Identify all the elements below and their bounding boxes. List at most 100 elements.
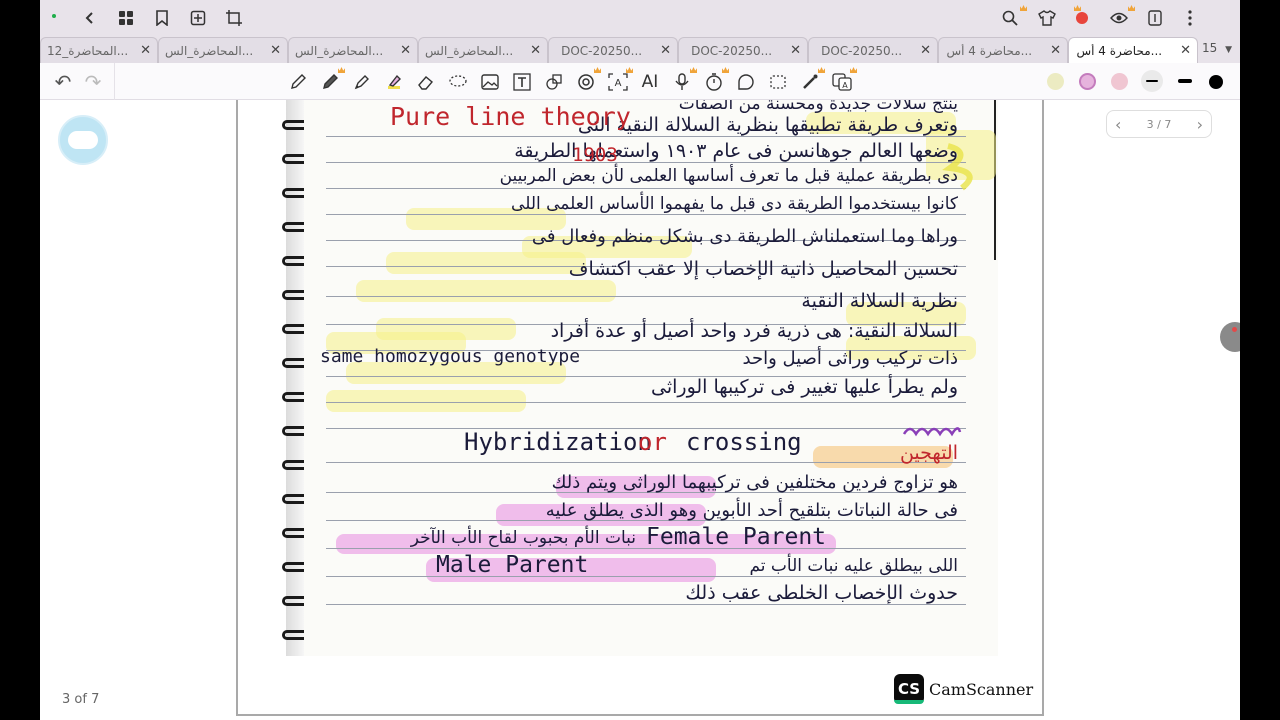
color-swatch-purple[interactable]: [1079, 73, 1096, 90]
scanned-notebook-image: ينتج سلالات جديدة ومحسنة من الصفات وتعرف…: [282, 100, 998, 656]
tab-lecture-12[interactable]: المحاضرة_12... ✕: [40, 37, 158, 63]
next-page-button[interactable]: ›: [1197, 115, 1203, 134]
marker-icon[interactable]: [351, 71, 373, 93]
note-line: ينتج سلالات جديدة ومحسنة من الصفات: [678, 100, 958, 114]
tab-count-badge[interactable]: 15 ▼: [1202, 41, 1232, 55]
tab-label: محاضرة 4 أس...: [946, 43, 1033, 58]
ocr-icon[interactable]: A: [607, 71, 629, 93]
tab-doc-2[interactable]: DOC-20250... ✕: [678, 37, 808, 63]
note-line: تحسين المحاصيل ذاتية الإخصاب إلا عقب اكت…: [568, 258, 958, 280]
highlighter-icon[interactable]: [383, 71, 405, 93]
page-navigator: ‹ 3 / 7 ›: [1106, 110, 1212, 138]
pin-icon[interactable]: [1070, 6, 1094, 30]
microphone-icon[interactable]: [671, 71, 693, 93]
premium-crown-icon: [690, 67, 697, 73]
floating-assistant-button[interactable]: [1220, 322, 1240, 352]
eye-icon[interactable]: [1107, 6, 1131, 30]
document-page[interactable]: ينتج سلالات جديدة ومحسنة من الصفات وتعرف…: [236, 100, 1044, 716]
spiral-ring: [282, 392, 304, 402]
premium-crown-icon: [818, 67, 825, 73]
undo-icon[interactable]: ↶: [52, 70, 74, 94]
close-icon[interactable]: ✕: [790, 43, 801, 58]
spiral-ring: [282, 358, 304, 368]
screenshot-icon[interactable]: [767, 71, 789, 93]
timer-icon[interactable]: [703, 71, 725, 93]
highlight-yellow: [386, 252, 586, 274]
note-line: كانوا بيستخدموا الطريقة دى قبل ما يفهموا…: [511, 194, 958, 214]
more-icon[interactable]: [1178, 6, 1202, 30]
tab-label: المحاضرة_الس...: [295, 43, 384, 58]
ai-icon[interactable]: AI: [639, 71, 661, 93]
note-line: السلالة النقية: هى ذرية فرد واحد أصيل أو…: [550, 320, 958, 342]
close-icon[interactable]: ✕: [400, 43, 411, 58]
close-icon[interactable]: ✕: [1180, 43, 1191, 58]
premium-crown-icon: [626, 67, 633, 73]
laser-icon[interactable]: [799, 71, 821, 93]
term-crossing: crossing: [686, 428, 802, 456]
close-icon[interactable]: ✕: [660, 43, 671, 58]
spiral-ring: [282, 324, 304, 334]
tab-lecture-4b-active[interactable]: محاضرة 4 أس... ✕: [1068, 37, 1198, 63]
redo-icon[interactable]: ↷: [82, 70, 104, 94]
prev-page-button[interactable]: ‹: [1115, 115, 1121, 134]
page-indicator: 3 of 7: [62, 692, 100, 707]
back-icon[interactable]: [78, 6, 102, 30]
tab-doc-1[interactable]: DOC-20250... ✕: [548, 37, 678, 63]
image-icon[interactable]: [479, 71, 501, 93]
spiral-ring: [282, 256, 304, 266]
term-or: or: [638, 428, 667, 456]
close-icon[interactable]: ✕: [530, 43, 541, 58]
close-icon[interactable]: ✕: [270, 43, 281, 58]
ruled-line: [326, 136, 966, 137]
pen-icon[interactable]: [319, 71, 341, 93]
cloud-icon: [68, 131, 98, 149]
crop-icon[interactable]: [222, 6, 246, 30]
notebook-binding: [286, 100, 304, 656]
shirt-icon[interactable]: [1035, 6, 1059, 30]
pencil-icon[interactable]: [287, 71, 309, 93]
status-dot: [52, 14, 56, 18]
term-year: 1903: [572, 144, 618, 166]
spiral-ring: [282, 460, 304, 470]
ruled-line: [326, 402, 966, 403]
top-action-bar: [40, 0, 1240, 36]
note-line: ولم يطرأ عليها تغيير فى تركيبها الوراثى: [650, 376, 958, 398]
tab-lecture-s1[interactable]: المحاضرة_الس... ✕: [158, 37, 288, 63]
tab-doc-3[interactable]: DOC-20250... ✕: [808, 37, 938, 63]
stroke-medium[interactable]: [1178, 79, 1192, 83]
tab-label: المحاضرة_الس...: [425, 43, 514, 58]
assistant-avatar[interactable]: [58, 115, 108, 165]
spiral-ring: [282, 596, 304, 606]
tab-lecture-4a[interactable]: محاضرة 4 أس... ✕: [938, 37, 1068, 63]
tab-lecture-s2[interactable]: المحاضرة_الس... ✕: [288, 37, 418, 63]
tab-count-number: 15: [1201, 41, 1218, 55]
reader-icon[interactable]: [1143, 6, 1167, 30]
color-swatch-pink[interactable]: [1111, 73, 1128, 90]
note-line: فى حالة النباتات بتلقيح أحد الأبوين وهو …: [545, 500, 958, 521]
bookmark-icon[interactable]: [150, 6, 174, 30]
eraser-icon[interactable]: [415, 71, 437, 93]
camscanner-logo: CS: [894, 674, 924, 704]
spiral-ring: [282, 562, 304, 572]
color-swatch-yellow[interactable]: [1047, 73, 1064, 90]
translate-icon[interactable]: A: [831, 71, 853, 93]
note-line: دى بطريقة عملية قبل ما تعرف أساسها العلم…: [499, 166, 958, 186]
lasso-icon[interactable]: [447, 71, 469, 93]
text-box-icon[interactable]: [511, 71, 533, 93]
shapes-icon[interactable]: [543, 71, 565, 93]
tab-label: DOC-20250...: [561, 43, 643, 58]
tab-bar: المحاضرة_12... ✕ المحاضرة_الس... ✕ المحا…: [40, 36, 1240, 63]
ruled-line: [326, 214, 966, 215]
close-icon[interactable]: ✕: [1050, 43, 1061, 58]
close-icon[interactable]: ✕: [140, 43, 151, 58]
note-line: وتعرف طريقة تطبيقها بنظرية السلالة النقي…: [577, 114, 958, 136]
stamp-icon[interactable]: [575, 71, 597, 93]
stroke-thick[interactable]: [1209, 75, 1223, 89]
sticker-icon[interactable]: [735, 71, 757, 93]
search-icon[interactable]: [998, 6, 1022, 30]
close-icon[interactable]: ✕: [920, 43, 931, 58]
grid-icon[interactable]: [114, 6, 138, 30]
note-line: هو تزاوج فردين مختلفين فى تركيبهما الورا…: [551, 472, 958, 493]
add-page-icon[interactable]: [186, 6, 210, 30]
tab-lecture-s3[interactable]: المحاضرة_الس... ✕: [418, 37, 548, 63]
